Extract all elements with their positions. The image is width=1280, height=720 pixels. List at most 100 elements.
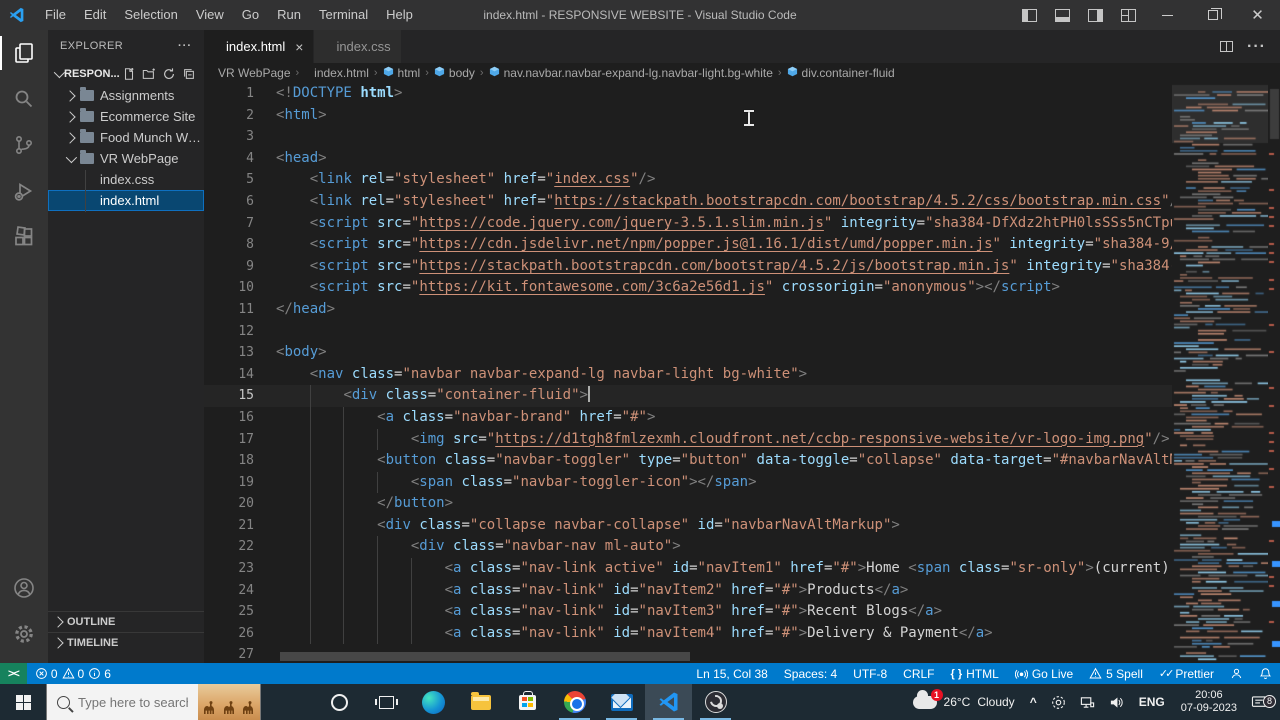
code-line-7[interactable]: 7 <script src="https://code.jquery.com/j… (204, 213, 1172, 235)
obs-button[interactable] (692, 684, 739, 720)
code-line-13[interactable]: 13 <body> (204, 342, 1172, 364)
overview-ruler[interactable] (1268, 83, 1280, 663)
mail-button[interactable] (598, 684, 645, 720)
panel-outline[interactable]: OUTLINE (48, 611, 204, 632)
status-feedback[interactable] (1222, 663, 1251, 684)
tree-item-index-html[interactable]: index.html (48, 190, 204, 211)
chrome-button[interactable] (551, 684, 598, 720)
store-button[interactable] (504, 684, 551, 720)
status-prettier[interactable]: ✓✓ Prettier (1151, 663, 1222, 684)
task-view-button[interactable] (363, 684, 410, 720)
code-line-16[interactable]: 16 <a class="navbar-brand" href="#"> (204, 406, 1172, 429)
code-line-17[interactable]: 17 <img src="https://d1tgh8fmlzexmh.clou… (204, 428, 1172, 451)
new-file-icon[interactable] (122, 67, 136, 81)
close-tab-icon[interactable]: × (295, 39, 303, 55)
menu-view[interactable]: View (187, 0, 233, 30)
explorer-icon[interactable] (0, 30, 48, 76)
status-spell[interactable]: 5 Spell (1081, 663, 1151, 684)
status-cursor-position[interactable]: Ln 15, Col 38 (688, 663, 775, 684)
status-encoding[interactable]: UTF-8 (845, 663, 895, 684)
extensions-icon[interactable] (0, 214, 48, 260)
status-notifications[interactable] (1251, 663, 1280, 684)
more-actions-icon[interactable]: ··· (1247, 38, 1266, 56)
account-icon[interactable] (0, 565, 48, 611)
code-line-1[interactable]: 1 <!DOCTYPE html> (204, 83, 1172, 105)
breadcrumb-item[interactable]: html (383, 66, 420, 80)
menu-edit[interactable]: Edit (75, 0, 115, 30)
language-indicator[interactable]: ENG (1131, 695, 1173, 709)
run-debug-icon[interactable] (0, 168, 48, 214)
code-line-6[interactable]: 6 <link rel="stylesheet" href="https://s… (204, 191, 1172, 213)
taskbar-clock[interactable]: 20:06 07-09-2023 (1173, 689, 1245, 715)
menu-run[interactable]: Run (268, 0, 310, 30)
tab-index.html[interactable]: index.html × (204, 30, 315, 63)
toggle-panel-icon[interactable] (1055, 8, 1070, 22)
status-indentation[interactable]: Spaces: 4 (776, 663, 845, 684)
status-language-mode[interactable]: { } HTML (943, 663, 1007, 684)
problems-indicator[interactable]: 0 0 6 (27, 667, 119, 681)
breadcrumb-item[interactable]: nav.navbar.navbar-expand-lg.navbar-light… (489, 66, 773, 80)
new-folder-icon[interactable] (142, 67, 156, 81)
maximize-button[interactable] (1190, 0, 1235, 30)
code-line-26[interactable]: 26 <a class="nav-link" id="navItem4" hre… (204, 622, 1172, 645)
tree-item-index-css[interactable]: index.css (48, 169, 204, 190)
network-tray-icon[interactable] (1073, 695, 1102, 710)
status-eol[interactable]: CRLF (895, 663, 942, 684)
file-explorer-button[interactable] (457, 684, 504, 720)
action-center-button[interactable]: 8 (1245, 694, 1280, 710)
minimize-button[interactable] (1145, 0, 1190, 30)
code-line-20[interactable]: 20 </button> (204, 493, 1172, 515)
vscode-taskbar-button[interactable] (645, 684, 692, 720)
code-line-19[interactable]: 19 <span class="navbar-toggler-icon"></s… (204, 471, 1172, 494)
horizontal-scrollbar[interactable] (280, 652, 690, 661)
menu-go[interactable]: Go (233, 0, 268, 30)
breadcrumb-item[interactable]: index.html (304, 66, 369, 80)
explorer-more-icon[interactable]: ··· (178, 40, 192, 52)
breadcrumb-item[interactable]: div.container-fluid (787, 66, 895, 80)
code-line-14[interactable]: 14 <nav class="navbar navbar-expand-lg n… (204, 364, 1172, 386)
customize-layout-icon[interactable] (1121, 8, 1136, 22)
weather-widget[interactable]: 1 26°C Cloudy (905, 688, 1023, 709)
code-line-25[interactable]: 25 <a class="nav-link" id="navItem3" hre… (204, 601, 1172, 623)
code-line-22[interactable]: 22 <div class="navbar-nav ml-auto"> (204, 536, 1172, 559)
refresh-icon[interactable] (162, 67, 176, 81)
collapse-all-icon[interactable] (182, 67, 196, 81)
toggle-secondary-sidebar-icon[interactable] (1088, 8, 1103, 22)
minimap[interactable] (1172, 83, 1268, 663)
remote-indicator[interactable]: >< (0, 663, 27, 684)
taskbar-search[interactable] (46, 684, 261, 720)
code-line-18[interactable]: 18 <button class="navbar-toggler" type="… (204, 450, 1172, 472)
toggle-sidebar-icon[interactable] (1022, 8, 1037, 22)
code-line-21[interactable]: 21 <div class="collapse navbar-collapse"… (204, 514, 1172, 537)
code-line-5[interactable]: 5 <link rel="stylesheet" href="index.css… (204, 169, 1172, 191)
code-line-10[interactable]: 10 <script src="https://kit.fontawesome.… (204, 277, 1172, 299)
menu-help[interactable]: Help (377, 0, 422, 30)
menu-terminal[interactable]: Terminal (310, 0, 377, 30)
code-line-9[interactable]: 9 <script src="https://stackpath.bootstr… (204, 256, 1172, 278)
code-line-3[interactable]: 3 (204, 126, 1172, 148)
settings-gear-icon[interactable] (0, 611, 48, 657)
tree-item-assignments[interactable]: Assignments (48, 85, 204, 106)
menu-file[interactable]: File (36, 0, 75, 30)
status-go-live[interactable]: Go Live (1007, 663, 1081, 684)
breadcrumb-item[interactable]: body (434, 66, 475, 80)
close-button[interactable]: ✕ (1235, 0, 1280, 30)
code-line-12[interactable]: 12 (204, 321, 1172, 343)
menu-selection[interactable]: Selection (115, 0, 186, 30)
search-icon[interactable] (0, 76, 48, 122)
panel-timeline[interactable]: TIMELINE (48, 632, 204, 653)
code-line-23[interactable]: 23 <a class="nav-link active" id="navIte… (204, 558, 1172, 580)
code-line-8[interactable]: 8 <script src="https://cdn.jsdelivr.net/… (204, 234, 1172, 256)
code-line-15[interactable]: 15 <div class="container-fluid"> (204, 385, 1172, 407)
tab-index.css[interactable]: index.css (314, 30, 402, 63)
start-button[interactable] (0, 684, 46, 720)
code-line-2[interactable]: 2 <html> (204, 105, 1172, 127)
volume-tray-icon[interactable] (1102, 695, 1131, 710)
edge-button[interactable] (410, 684, 457, 720)
tree-item-ecommerce-site[interactable]: Ecommerce Site (48, 106, 204, 127)
code-line-4[interactable]: 4 <head> (204, 148, 1172, 170)
tree-item-food-munch-web-[interactable]: Food Munch Web... (48, 127, 204, 148)
cortana-button[interactable] (316, 684, 363, 720)
search-input[interactable] (78, 694, 188, 710)
breadcrumb-item[interactable]: VR WebPage (218, 66, 291, 80)
